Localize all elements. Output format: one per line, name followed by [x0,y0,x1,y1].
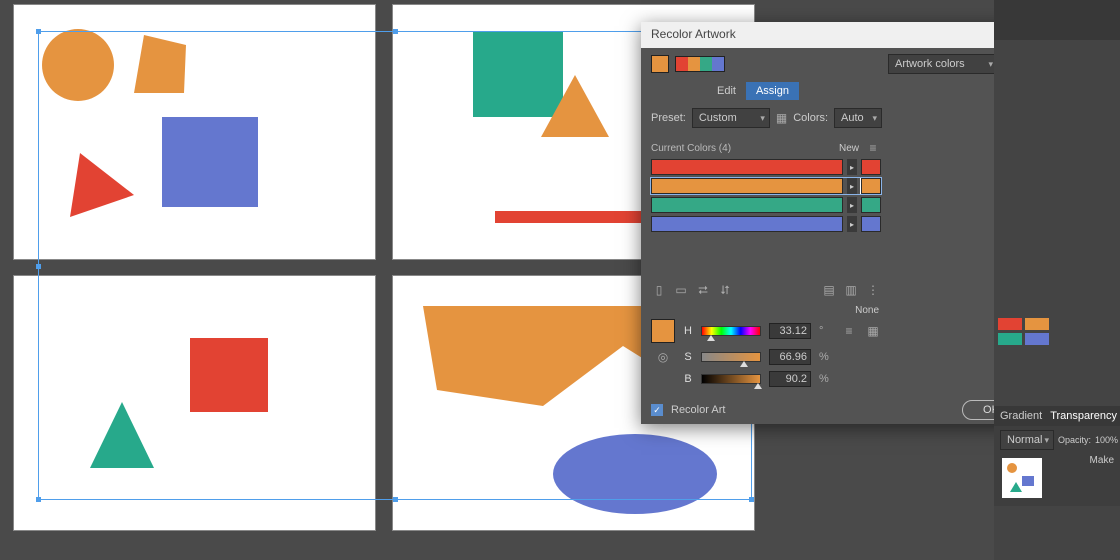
preset-options-icon[interactable]: ▦ [776,110,787,126]
assign-arrow-icon[interactable]: ▸ [847,216,857,232]
color-swatch[interactable] [998,333,1022,345]
sort-icon[interactable]: ▯ [651,282,667,298]
color-swatch[interactable] [1025,318,1049,330]
assign-arrow-icon[interactable]: ▸ [847,159,857,175]
find-color-icon[interactable]: ▥ [843,282,859,298]
bri-unit: % [819,373,833,385]
hue-unit: ° [819,325,833,337]
preset-dropdown[interactable]: Custom [692,108,770,128]
list-options-icon[interactable]: ≡ [865,140,881,156]
hue-slider[interactable] [701,326,761,336]
make-mask-button[interactable]: Make [1090,455,1114,466]
tab-transparency[interactable]: Transparency [1050,410,1117,422]
current-colors-label: Current Colors (4) [651,143,731,154]
tab-gradient[interactable]: Gradient [1000,410,1042,422]
right-dock: Gradient Transparency Normal Opacity: 10… [994,0,1120,560]
panel-tabs[interactable]: Gradient Transparency [994,406,1120,426]
separate-icon[interactable]: ⮂ [695,282,711,298]
mode-menu-icon[interactable]: ≡ [841,323,857,339]
color-assignment-row[interactable]: ▸ [651,216,881,232]
none-label: None [855,305,879,316]
new-row-icon[interactable]: ▤ [821,282,837,298]
opacity-label: Opacity: [1058,435,1091,445]
recolor-art-checkbox[interactable]: ✓ [651,404,663,416]
color-assignment-row[interactable]: ▸ [651,178,881,194]
brightness-input[interactable]: 90.2 [769,371,811,387]
swap-icon[interactable]: ▦ [865,323,881,339]
brightness-slider[interactable] [701,374,761,384]
tab-assign[interactable]: Assign [746,82,799,100]
color-swatch[interactable] [1025,333,1049,345]
artboard-3[interactable] [13,275,376,531]
opacity-value[interactable]: 100% [1095,435,1118,445]
color-swatch[interactable] [998,318,1022,330]
colors-dropdown[interactable]: Auto [834,108,882,128]
random-icon[interactable]: ⋮ [865,282,881,298]
assign-arrow-icon[interactable]: ▸ [847,178,857,194]
color-group-dropdown[interactable]: Artwork colors [888,54,998,74]
b-label: B [683,373,693,385]
s-label: S [683,351,693,363]
saturation-slider[interactable] [701,352,761,362]
transparency-thumbnail[interactable] [1002,458,1042,498]
exclude-icon[interactable]: ⮃ [717,282,733,298]
merge-icon[interactable]: ▭ [673,282,689,298]
colors-label: Colors: [793,112,828,124]
blend-mode-dropdown[interactable]: Normal [1000,430,1054,450]
new-colors-label: New [839,143,859,154]
limit-colors-icon[interactable]: ◎ [651,349,675,365]
artwork-swatch-group[interactable] [675,56,725,72]
color-assignment-row[interactable]: ▸ [651,159,881,175]
saturation-input[interactable]: 66.96 [769,349,811,365]
sat-unit: % [819,351,833,363]
hue-input[interactable]: 33.12 [769,323,811,339]
hsb-swatch[interactable] [651,319,675,343]
recolor-art-label: Recolor Art [671,404,725,416]
h-label: H [683,325,693,337]
collapsed-panel-group[interactable] [994,0,1120,40]
color-assignment-row[interactable]: ▸ [651,197,881,213]
assign-arrow-icon[interactable]: ▸ [847,197,857,213]
preset-label: Preset: [651,112,686,124]
tab-edit[interactable]: Edit [707,82,746,100]
artboard-1[interactable] [13,4,376,260]
active-color-swatch[interactable] [651,55,669,73]
